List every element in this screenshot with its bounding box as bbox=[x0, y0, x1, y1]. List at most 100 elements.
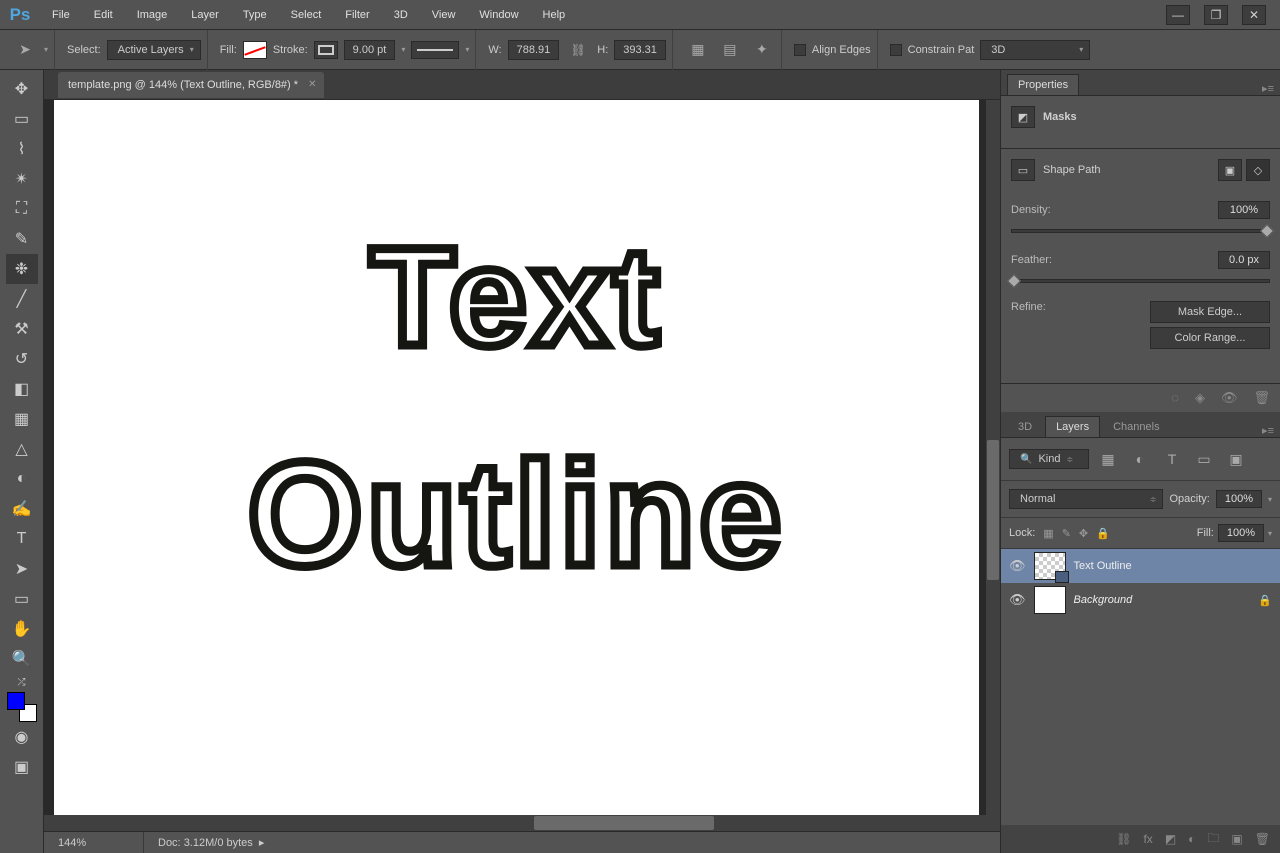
maximize-button[interactable]: ❐ bbox=[1204, 5, 1228, 25]
move-tool[interactable]: ✥ bbox=[6, 74, 38, 104]
hand-tool[interactable]: ✋ bbox=[6, 614, 38, 644]
path-align-icon[interactable]: ▦ bbox=[685, 37, 711, 63]
density-value[interactable]: 100% bbox=[1218, 201, 1270, 219]
stroke-style-swatch[interactable] bbox=[411, 41, 459, 59]
zoom-level[interactable]: 144% bbox=[44, 832, 144, 853]
density-slider[interactable] bbox=[1011, 229, 1270, 233]
layers-menu-icon[interactable]: ▸≡ bbox=[1262, 424, 1280, 437]
filter-smart-icon[interactable]: ▣ bbox=[1223, 446, 1249, 472]
layer-fx-icon[interactable]: fx bbox=[1143, 832, 1152, 846]
canvas-viewport[interactable]: Text Outline bbox=[44, 100, 1000, 815]
filter-type-icon[interactable]: T bbox=[1159, 446, 1185, 472]
quick-select-tool[interactable]: ✴ bbox=[6, 164, 38, 194]
layer-row-text-outline[interactable]: 👁 Text Outline bbox=[1001, 549, 1280, 583]
visibility-icon[interactable]: 👁 bbox=[1009, 592, 1026, 608]
fill-swatch[interactable] bbox=[243, 41, 267, 59]
layer-name[interactable]: Background bbox=[1074, 594, 1133, 606]
stroke-width-caret[interactable]: ▾ bbox=[401, 45, 405, 54]
close-tab-icon[interactable]: ✕ bbox=[308, 79, 316, 90]
link-icon[interactable]: ⛓ bbox=[565, 37, 591, 63]
add-mask-icon[interactable]: ◩ bbox=[1165, 832, 1176, 846]
quick-mask-tool[interactable]: ◉ bbox=[6, 722, 38, 752]
toggle-mask-icon[interactable]: 👁 bbox=[1221, 390, 1238, 406]
add-mask-icon[interactable]: ▣ bbox=[1218, 159, 1242, 181]
lock-pixels-icon[interactable]: ✎ bbox=[1062, 527, 1071, 540]
align-edges-checkbox[interactable] bbox=[794, 44, 806, 56]
properties-tab[interactable]: Properties bbox=[1007, 74, 1079, 95]
new-adjustment-icon[interactable]: ◐ bbox=[1188, 832, 1195, 846]
gradient-tool[interactable]: ▦ bbox=[6, 404, 38, 434]
path-arrange-icon[interactable]: ▤ bbox=[717, 37, 743, 63]
horizontal-scroll-thumb[interactable] bbox=[534, 816, 714, 830]
layer-row-background[interactable]: 👁 Background 🔒 bbox=[1001, 583, 1280, 617]
panel-menu-icon[interactable]: ▸≡ bbox=[1262, 82, 1280, 95]
color-swatches[interactable] bbox=[7, 692, 37, 722]
mask-icon[interactable]: ◩ bbox=[1011, 106, 1035, 128]
delete-mask-icon[interactable]: 🗑 bbox=[1253, 390, 1270, 406]
fill-value[interactable]: 100% bbox=[1218, 524, 1264, 542]
zoom-tool[interactable]: 🔍 bbox=[6, 644, 38, 674]
menu-view[interactable]: View bbox=[420, 0, 468, 30]
menu-edit[interactable]: Edit bbox=[82, 0, 125, 30]
height-field[interactable]: 393.31 bbox=[614, 40, 666, 60]
canvas[interactable]: Text Outline bbox=[54, 100, 979, 815]
lasso-tool[interactable]: ⌇ bbox=[6, 134, 38, 164]
history-brush-tool[interactable]: ↺ bbox=[6, 344, 38, 374]
healing-tool[interactable]: ❉ bbox=[6, 254, 38, 284]
foreground-color[interactable] bbox=[7, 692, 25, 710]
filter-adjust-icon[interactable]: ◐ bbox=[1127, 446, 1153, 472]
new-layer-icon[interactable]: ▣ bbox=[1231, 832, 1242, 846]
delete-layer-icon[interactable]: 🗑 bbox=[1255, 832, 1270, 846]
blur-tool[interactable]: ◐ bbox=[6, 464, 38, 494]
menu-layer[interactable]: Layer bbox=[179, 0, 231, 30]
menu-help[interactable]: Help bbox=[531, 0, 578, 30]
feather-slider[interactable] bbox=[1011, 279, 1270, 283]
path-select-tool[interactable]: ➤ bbox=[6, 554, 38, 584]
menu-3d[interactable]: 3D bbox=[382, 0, 420, 30]
layer-thumb[interactable] bbox=[1034, 586, 1066, 614]
layer-thumb[interactable] bbox=[1034, 552, 1066, 580]
doc-size[interactable]: Doc: 3.12M/0 bytes ▸ bbox=[144, 836, 264, 849]
marquee-tool[interactable]: ▭ bbox=[6, 104, 38, 134]
visibility-icon[interactable]: 👁 bbox=[1009, 558, 1026, 574]
layers-tab[interactable]: Layers bbox=[1045, 416, 1100, 437]
swap-colors-icon[interactable]: ⤮ bbox=[6, 674, 38, 690]
opacity-caret[interactable]: ▾ bbox=[1268, 495, 1272, 504]
stroke-width-field[interactable]: 9.00 pt bbox=[344, 40, 396, 60]
color-range-button[interactable]: Color Range... bbox=[1150, 327, 1270, 349]
screen-mode-tool[interactable]: ▣ bbox=[6, 752, 38, 782]
3d-tab[interactable]: 3D bbox=[1007, 416, 1043, 437]
select-dropdown[interactable]: Active Layers▾ bbox=[107, 40, 201, 60]
menu-type[interactable]: Type bbox=[231, 0, 279, 30]
eyedropper-tool[interactable]: ✎ bbox=[6, 224, 38, 254]
layer-name[interactable]: Text Outline bbox=[1074, 560, 1132, 572]
minimize-button[interactable]: — bbox=[1166, 5, 1190, 25]
fill-caret[interactable]: ▾ bbox=[1268, 529, 1272, 538]
menu-image[interactable]: Image bbox=[125, 0, 180, 30]
layer-filter-kind[interactable]: 🔍Kind≑ bbox=[1009, 449, 1089, 469]
horizontal-scrollbar[interactable] bbox=[44, 815, 1000, 831]
menu-filter[interactable]: Filter bbox=[333, 0, 381, 30]
link-layers-icon[interactable]: ⛓ bbox=[1116, 832, 1131, 846]
load-selection-icon[interactable]: ◌ bbox=[1171, 390, 1179, 406]
constrain-checkbox[interactable] bbox=[890, 44, 902, 56]
vertical-scrollbar[interactable] bbox=[986, 100, 1000, 815]
close-button[interactable]: ✕ bbox=[1242, 5, 1266, 25]
vertical-scroll-thumb[interactable] bbox=[987, 440, 999, 580]
shape-path-icon[interactable]: ▭ bbox=[1011, 159, 1035, 181]
path-selection-icon[interactable]: ➤ bbox=[12, 37, 38, 63]
feather-value[interactable]: 0.0 px bbox=[1218, 251, 1270, 269]
menu-file[interactable]: File bbox=[40, 0, 82, 30]
menu-select[interactable]: Select bbox=[279, 0, 334, 30]
dodge-tool[interactable]: ✍ bbox=[6, 494, 38, 524]
brush-tool[interactable]: ╱ bbox=[6, 284, 38, 314]
path-options-icon[interactable]: ✦ bbox=[749, 37, 775, 63]
new-group-icon[interactable]: 🗀 bbox=[1207, 829, 1219, 850]
width-field[interactable]: 788.91 bbox=[508, 40, 560, 60]
crop-tool[interactable]: ⛶ bbox=[6, 194, 38, 224]
apply-mask-icon[interactable]: ◈ bbox=[1195, 390, 1205, 406]
lock-position-icon[interactable]: ✥ bbox=[1079, 527, 1088, 540]
type-tool[interactable]: T bbox=[6, 524, 38, 554]
filter-shape-icon[interactable]: ▭ bbox=[1191, 446, 1217, 472]
document-tab[interactable]: template.png @ 144% (Text Outline, RGB/8… bbox=[58, 72, 324, 98]
